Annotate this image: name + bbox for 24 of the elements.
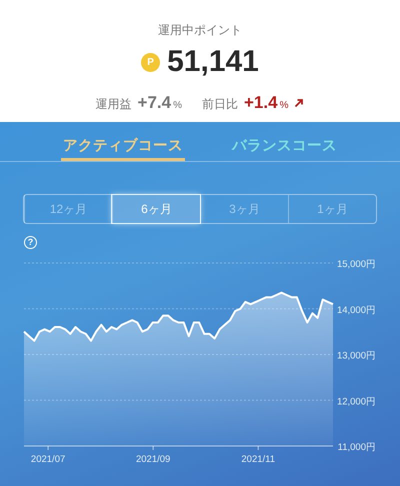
stat-unit: % xyxy=(280,100,288,111)
stat-value: +7.4 xyxy=(138,93,172,113)
x-axis-label: 2021/11 xyxy=(241,454,276,465)
point-coin-icon: P xyxy=(141,52,160,72)
point-balance: 51,141 xyxy=(167,45,259,79)
x-axis-label: 2021/09 xyxy=(136,454,170,465)
period-tab[interactable]: 6ヶ月 xyxy=(112,195,200,223)
stat-value: +1.4 xyxy=(244,93,278,113)
y-axis-label: 11,000円 xyxy=(338,442,376,453)
period-tab[interactable]: 12ヶ月 xyxy=(24,195,112,223)
help-icon[interactable]: ? xyxy=(24,236,37,249)
course-tab[interactable]: アクティブコース xyxy=(61,122,185,161)
stat-label: 運用益 xyxy=(96,96,132,113)
period-tab[interactable]: 1ヶ月 xyxy=(288,195,376,223)
balance-label: 運用中ポイント xyxy=(158,22,242,39)
course-tab[interactable]: バランスコース xyxy=(230,122,339,161)
y-axis-label: 12,000円 xyxy=(336,396,376,408)
period-tab[interactable]: 3ヶ月 xyxy=(200,195,288,223)
y-axis-label: 15,000円 xyxy=(336,259,376,270)
stat-label: 前日比 xyxy=(202,96,238,113)
x-axis-label: 2021/07 xyxy=(30,454,66,465)
y-axis-label: 13,000円 xyxy=(336,350,376,362)
y-axis-label: 14,000円 xyxy=(336,304,376,316)
stat-unit: % xyxy=(173,100,182,111)
